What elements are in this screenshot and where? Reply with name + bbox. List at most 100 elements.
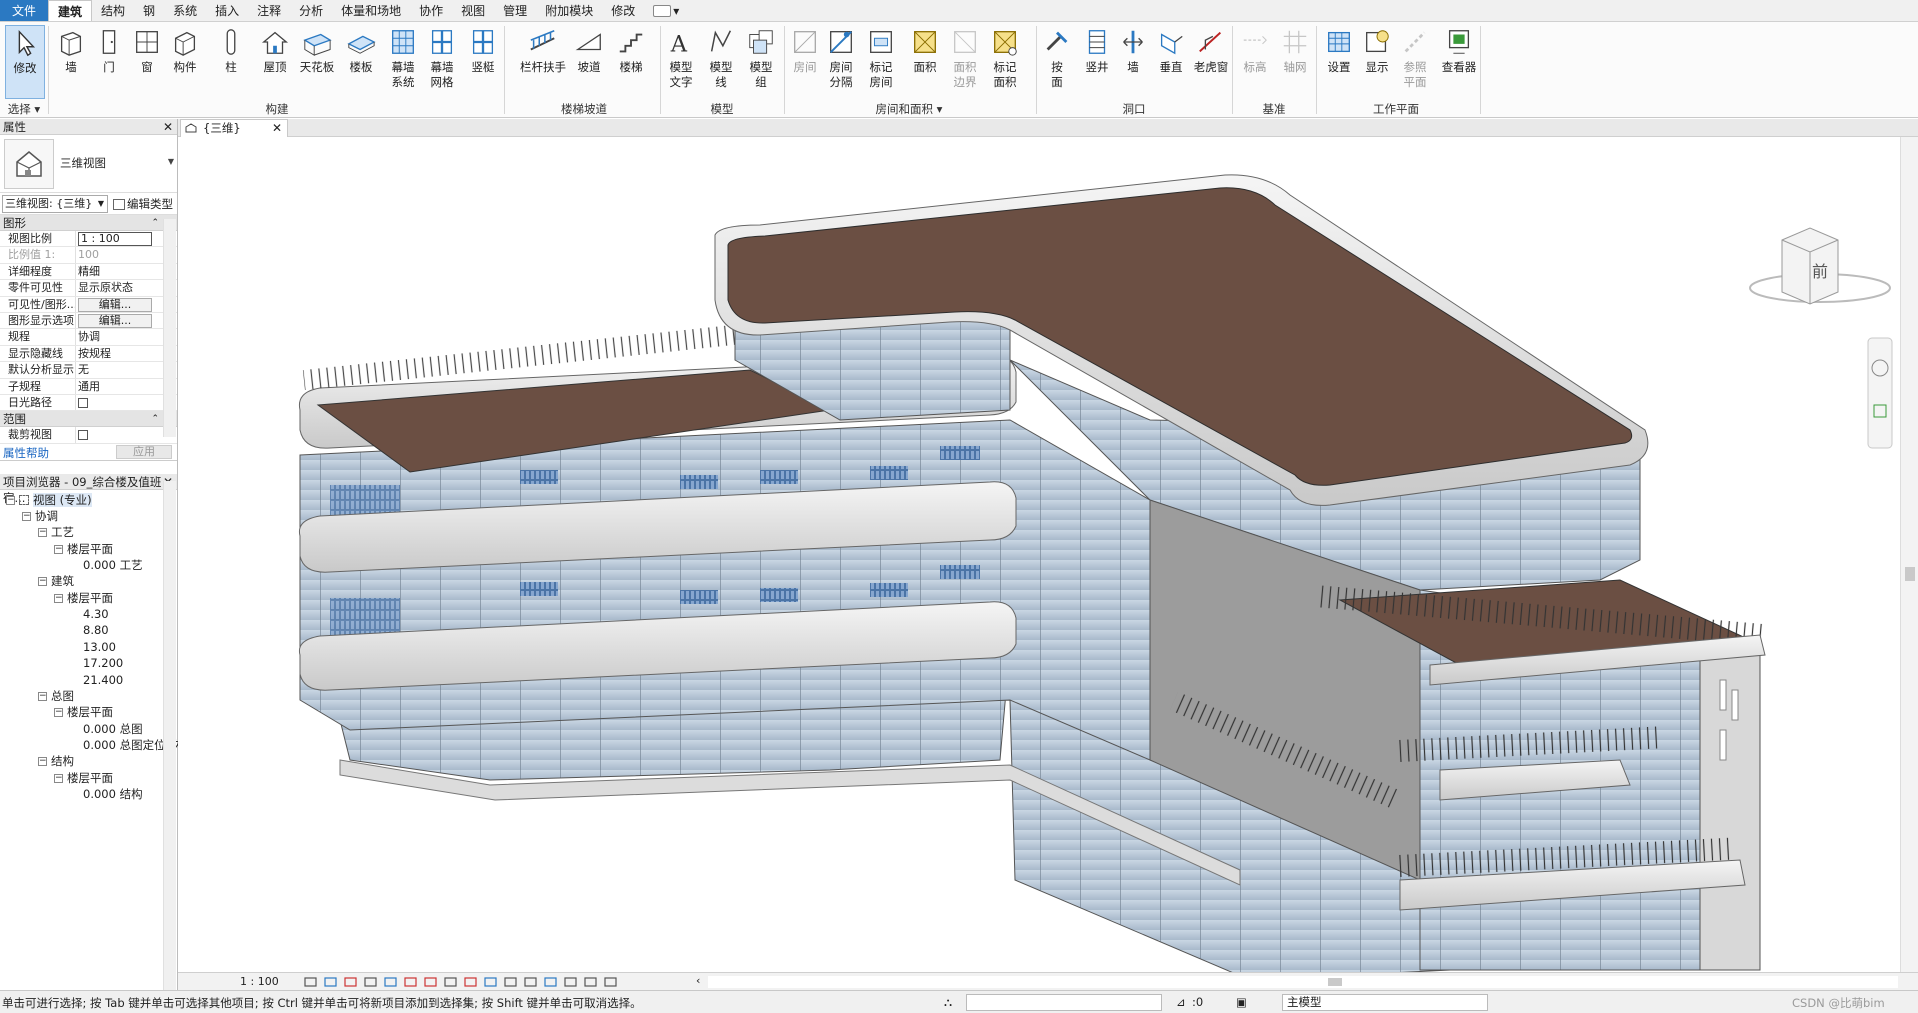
scroll-thumb[interactable] — [1905, 567, 1915, 581]
group-extents[interactable]: 范围 ⌃ — [0, 411, 177, 428]
ribbon-button-byface[interactable]: 按 面 — [1038, 25, 1076, 99]
unlock-3d-icon[interactable] — [444, 976, 457, 988]
tab-13[interactable]: 修改 — [602, 0, 644, 21]
instance-selector[interactable]: 三维视图: {三维} ▼ — [2, 195, 108, 213]
tab-0[interactable]: 文件 — [0, 0, 49, 21]
property-row[interactable]: 可见性/图形... 编辑... — [0, 296, 177, 313]
sun-path-checkbox[interactable] — [78, 397, 88, 408]
tree-node[interactable]: − 协调 — [22, 508, 58, 524]
show-crop-icon[interactable] — [424, 976, 437, 988]
tree-node[interactable]: 0.000 结构 — [70, 786, 143, 802]
property-value[interactable]: 编辑... — [76, 313, 161, 328]
collapse-toggle-icon[interactable]: − — [54, 593, 63, 603]
worksharing-icon[interactable] — [504, 976, 517, 988]
ribbon-button-text[interactable]: A 模型 文字 — [662, 25, 700, 99]
property-value[interactable]: 按规程 — [76, 346, 161, 361]
navigation-bar[interactable] — [1867, 337, 1893, 449]
tab-10[interactable]: 视图 — [452, 0, 494, 21]
collapse-icon[interactable]: ⌃ — [151, 215, 159, 231]
property-row[interactable]: 日光路径 — [0, 394, 177, 412]
property-row[interactable]: 零件可见性 显示原状态 — [0, 280, 177, 297]
property-value[interactable] — [76, 427, 161, 442]
sun-path-icon[interactable] — [344, 976, 357, 988]
tree-node[interactable]: − 楼层平面 — [54, 541, 113, 557]
ribbon-expand-toggle[interactable]: ▾ — [644, 0, 688, 21]
ribbon-button-showwp[interactable]: 显示 — [1358, 25, 1396, 99]
property-value[interactable] — [76, 395, 161, 410]
property-row[interactable]: 显示隐藏线 按规程 — [0, 345, 177, 363]
collapse-toggle-icon[interactable]: − — [6, 495, 15, 505]
tab-9[interactable]: 协作 — [410, 0, 452, 21]
ribbon-button-dormer[interactable]: 老虎窗 — [1192, 25, 1230, 99]
ribbon-button-col[interactable]: 柱 — [212, 25, 250, 99]
property-row[interactable]: 图形显示选项 编辑... — [0, 312, 177, 330]
property-value[interactable]: 编辑... — [76, 297, 161, 312]
worksets-icon[interactable]: ⛬ — [944, 995, 952, 1010]
property-value[interactable]: 100 — [76, 247, 161, 262]
ribbon-button-vert[interactable]: 垂直 — [1152, 25, 1190, 99]
viewcube[interactable]: 前 — [1749, 227, 1891, 305]
close-icon[interactable]: ✕ — [163, 119, 173, 135]
edit-type-button[interactable]: 编辑类型 — [113, 195, 173, 213]
property-row[interactable]: 默认分析显示...无 — [0, 362, 177, 379]
shadows-icon[interactable] — [364, 976, 377, 988]
tab-5[interactable]: 插入 — [206, 0, 248, 21]
ribbon-button-shaft[interactable]: 竖井 — [1078, 25, 1116, 99]
ribbon-button-viewer[interactable]: 查看器 — [1438, 25, 1480, 99]
view-scale[interactable]: 1 : 100 — [240, 975, 279, 988]
property-row[interactable]: 比例值 1: 100 — [0, 247, 177, 264]
ribbon-button-ceil[interactable]: 天花板 — [298, 25, 336, 99]
tab-7[interactable]: 分析 — [290, 0, 332, 21]
tree-node[interactable]: 0.000 工艺 — [70, 557, 143, 573]
building-model[interactable]: 前 — [178, 137, 1900, 972]
scroll-thumb[interactable] — [1328, 978, 1342, 986]
tree-node[interactable]: − 楼层平面 — [54, 770, 113, 786]
ribbon-button-mul[interactable]: 幕墙 网格 — [422, 25, 462, 99]
ribbon-button-wall[interactable]: 墙 — [52, 25, 90, 99]
tree-node[interactable]: 4.30 — [70, 606, 109, 622]
ribbon-button-setwp[interactable]: 设置 — [1320, 25, 1358, 99]
temp-hide-icon[interactable] — [464, 976, 477, 988]
scroll-left-icon[interactable]: ‹ — [696, 974, 700, 987]
ribbon-button-ramp[interactable]: 坡道 — [570, 25, 608, 99]
view-scale-input[interactable]: 1 : 100 — [78, 232, 152, 246]
ribbon-button-grid[interactable]: 轴网 — [1276, 25, 1314, 99]
collapse-toggle-icon[interactable]: − — [38, 577, 47, 587]
tree-node[interactable]: − 工艺 — [38, 524, 74, 540]
property-row[interactable]: 裁剪视图 — [0, 427, 177, 444]
ribbon-button-room[interactable]: 房间 — [786, 25, 824, 99]
ribbon-button-stair[interactable]: 楼梯 — [612, 25, 650, 99]
tab-11[interactable]: 管理 — [494, 0, 536, 21]
tree-node[interactable]: 8.80 — [70, 622, 109, 638]
tab-3d-view[interactable]: {三维} ✕ — [180, 119, 288, 137]
edit-button[interactable]: 编辑... — [78, 313, 152, 328]
property-value[interactable]: 通用 — [76, 379, 161, 394]
ribbon-button-cw[interactable]: 幕墙 系统 — [384, 25, 422, 99]
crop-view-checkbox[interactable] — [78, 430, 88, 441]
crop-view-icon[interactable] — [404, 976, 417, 988]
apply-button[interactable]: 应用 — [116, 444, 172, 459]
property-value[interactable]: 协调 — [76, 329, 161, 344]
ribbon-button-tagroom[interactable]: 标记 房间 — [862, 25, 900, 99]
tree-node[interactable]: 0.000 总图 — [70, 721, 143, 737]
tab-12[interactable]: 附加模块 — [536, 0, 602, 21]
tab-8[interactable]: 体量和场地 — [332, 0, 410, 21]
filter-icon[interactable]: ⊿ — [1176, 995, 1186, 1009]
properties-scrollbar[interactable] — [163, 219, 176, 437]
workset-selector[interactable] — [966, 994, 1162, 1011]
rendering-icon[interactable] — [384, 976, 397, 988]
close-icon[interactable]: ✕ — [272, 120, 282, 136]
ribbon-button-refwp[interactable]: 参照 平面 — [1396, 25, 1434, 99]
ribbon-button-areab[interactable]: 面积 边界 — [946, 25, 984, 99]
design-option-selector[interactable]: 主模型 — [1282, 994, 1488, 1011]
ribbon-button-area[interactable]: 面积 — [906, 25, 944, 99]
properties-help-link[interactable]: 属性帮助 — [3, 445, 49, 461]
highlight-icon[interactable] — [564, 976, 577, 988]
ribbon-button-mul[interactable]: 竖梃 — [464, 25, 502, 99]
property-value[interactable]: 显示原状态 — [76, 280, 161, 295]
tree-node[interactable]: − 建筑 — [38, 573, 74, 589]
analytical-model-icon[interactable] — [544, 976, 557, 988]
collapse-toggle-icon[interactable]: − — [54, 773, 63, 783]
detail-level-icon[interactable] — [304, 976, 317, 988]
editable-icon[interactable]: ▣ — [1236, 995, 1247, 1009]
